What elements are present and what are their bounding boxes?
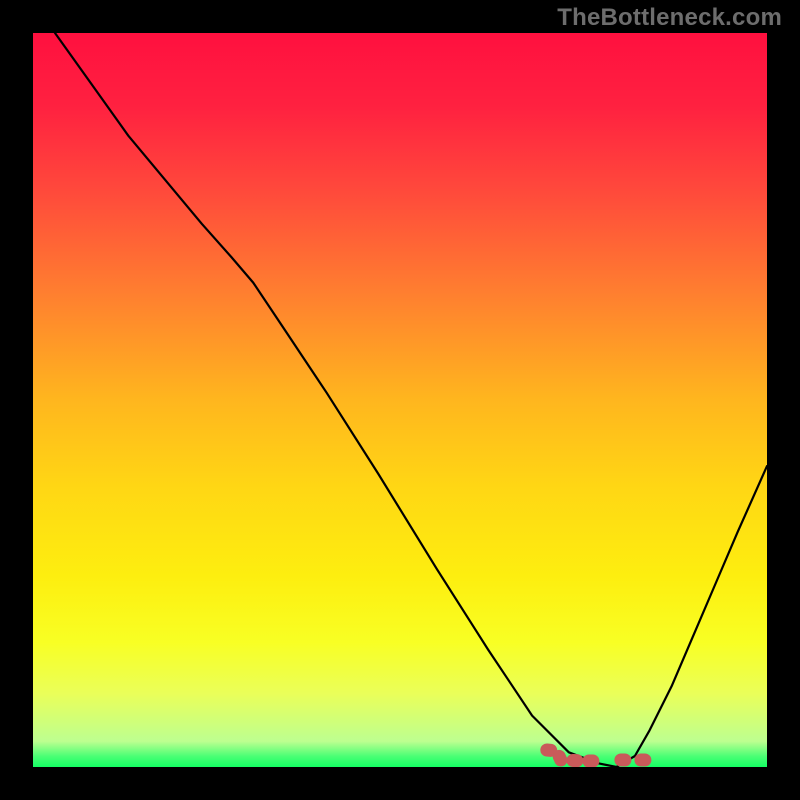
- gradient-background: [33, 33, 767, 767]
- chart-frame: TheBottleneck.com: [0, 0, 800, 800]
- watermark-text: TheBottleneck.com: [557, 4, 782, 32]
- plot-svg: [33, 33, 767, 767]
- bottleneck-plot: [33, 33, 767, 767]
